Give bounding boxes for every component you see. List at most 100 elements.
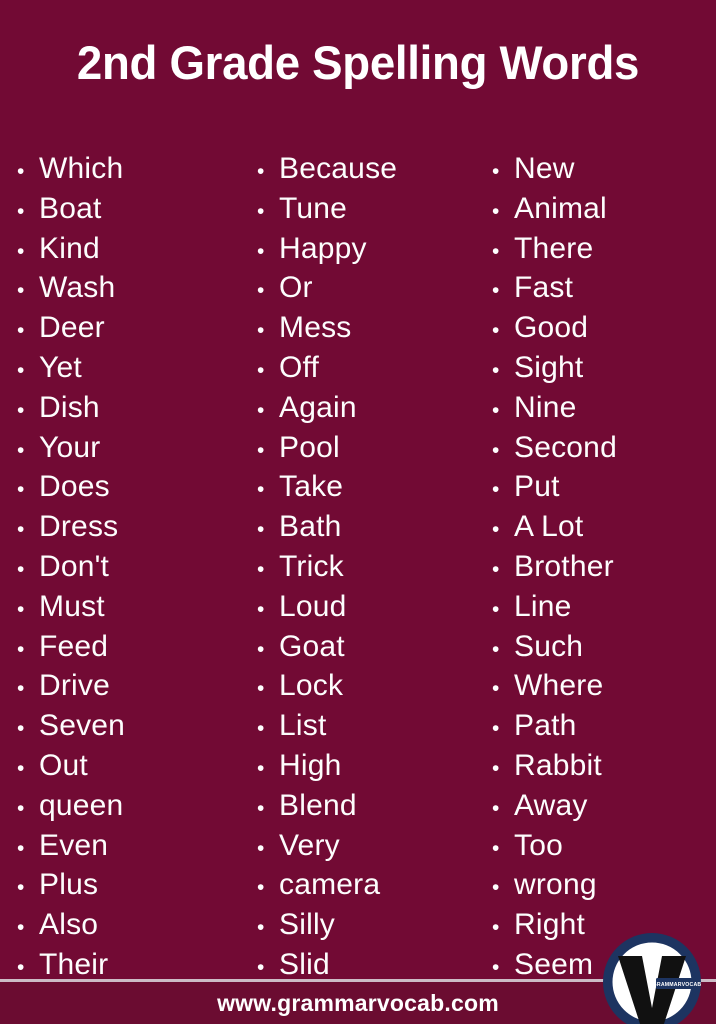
bullet-icon: • [257,319,265,343]
word-list-item: • Second [487,428,716,468]
spelling-word: A Lot [514,510,584,544]
bullet-icon: • [257,358,265,382]
bullet-icon: • [257,796,265,820]
bullet-icon: • [17,160,25,183]
word-list-item: • Or [252,268,475,308]
spelling-word: Path [514,709,577,743]
spelling-word: Lock [279,669,344,703]
spelling-word: List [279,709,327,743]
spelling-word: Dish [39,390,100,424]
word-column-3: • New • Animal • There • Fast • Good • Sight • Nine • S… [475,149,716,981]
word-list-item: • Rabbit [487,746,716,786]
bullet-icon: • [492,876,500,900]
bullet-icon: • [17,239,25,263]
grammarvocab-logo[interactable]: GRAMMARVOCAB [600,930,704,1024]
bullet-icon: • [257,756,265,780]
word-list-item: • Bath [252,507,475,547]
spelling-word: Don't [39,549,110,583]
word-list-item: • Path [487,706,716,746]
word-list-item: • Yet [12,348,240,388]
spelling-word: Fast [514,271,574,305]
word-list-item: • Because [252,149,475,189]
bullet-icon: • [257,398,265,422]
spelling-word: Trick [279,549,344,583]
bullet-icon: • [492,358,500,382]
word-list-item: • Seven [12,706,240,746]
spelling-word: There [514,231,594,265]
bullet-icon: • [492,319,500,343]
bullet-icon: • [492,597,500,621]
spelling-word: Right [514,908,586,942]
word-list-item: • Such [487,627,716,667]
bullet-icon: • [492,438,500,462]
word-list-item: • Mess [252,308,475,348]
word-list-item: • Wash [12,268,240,308]
spelling-words-poster: 2nd Grade Spelling Words • Which • Boat • Kin… [0,0,716,1024]
spelling-word: Deer [39,311,105,345]
spelling-word: Goat [279,629,345,663]
word-list-item: • Tune [252,189,475,229]
word-list-item: • Very [252,826,475,866]
spelling-word: camera [279,868,381,902]
word-list-item: • Loud [252,587,475,627]
bullet-icon: • [492,478,500,502]
bullet-icon: • [492,717,500,741]
bullet-icon: • [257,438,265,462]
page-title: 2nd Grade Spelling Words [76,36,640,89]
word-list-item: • Goat [252,627,475,667]
bullet-icon: • [17,677,25,701]
bullet-icon: • [257,717,265,741]
word-list-item: • camera [252,865,475,905]
word-list-item: • queen [12,786,240,826]
bullet-icon: • [257,557,265,581]
bullet-icon: • [492,916,500,940]
bullet-icon: • [492,836,500,860]
bullet-icon: • [17,876,25,900]
word-list-item: • Good [487,308,716,348]
bullet-icon: • [492,279,500,303]
spelling-word: Take [279,470,344,504]
bullet-icon: • [17,916,25,940]
spelling-word: Such [514,629,584,663]
spelling-word: Happy [279,231,367,265]
spelling-word: Again [279,390,357,424]
word-list-item: • Which [12,149,240,189]
bullet-icon: • [17,557,25,581]
bullet-icon: • [17,756,25,780]
spelling-word: wrong [514,868,597,902]
word-list-item: • Dish [12,388,240,428]
spelling-word: Sight [514,350,584,384]
word-list-item: • Pool [252,428,475,468]
bullet-icon: • [17,518,25,542]
spelling-word: Also [39,908,99,942]
word-list-item: • Kind [12,229,240,269]
bullet-icon: • [492,637,500,661]
bullet-icon: • [257,637,265,661]
spelling-word: Even [39,828,109,862]
word-list-item: • Away [487,786,716,826]
poster-title-area: 2nd Grade Spelling Words [0,36,716,89]
word-list-item: • Blend [252,786,475,826]
spelling-word: Brother [514,549,614,583]
bullet-icon: • [257,597,265,621]
spelling-word: Kind [39,231,100,265]
spelling-word: Does [39,470,110,504]
bullet-icon: • [492,199,500,223]
word-list-item: • Plus [12,865,240,905]
bullet-icon: • [492,518,500,542]
word-list-item: • List [252,706,475,746]
word-list-item: • Lock [252,666,475,706]
word-list-item: • Also [12,905,240,945]
word-list-item: • High [252,746,475,786]
spelling-word: Drive [39,669,111,703]
bullet-icon: • [17,199,25,223]
spelling-word: Which [39,152,124,185]
bullet-icon: • [257,239,265,263]
word-list-item: • Line [487,587,716,627]
word-list-item: • Boat [12,189,240,229]
word-list-item: • Drive [12,666,240,706]
word-list-item: • Even [12,826,240,866]
spelling-word: Good [514,311,589,345]
spelling-word: Feed [39,629,109,663]
spelling-word: Where [514,669,604,703]
